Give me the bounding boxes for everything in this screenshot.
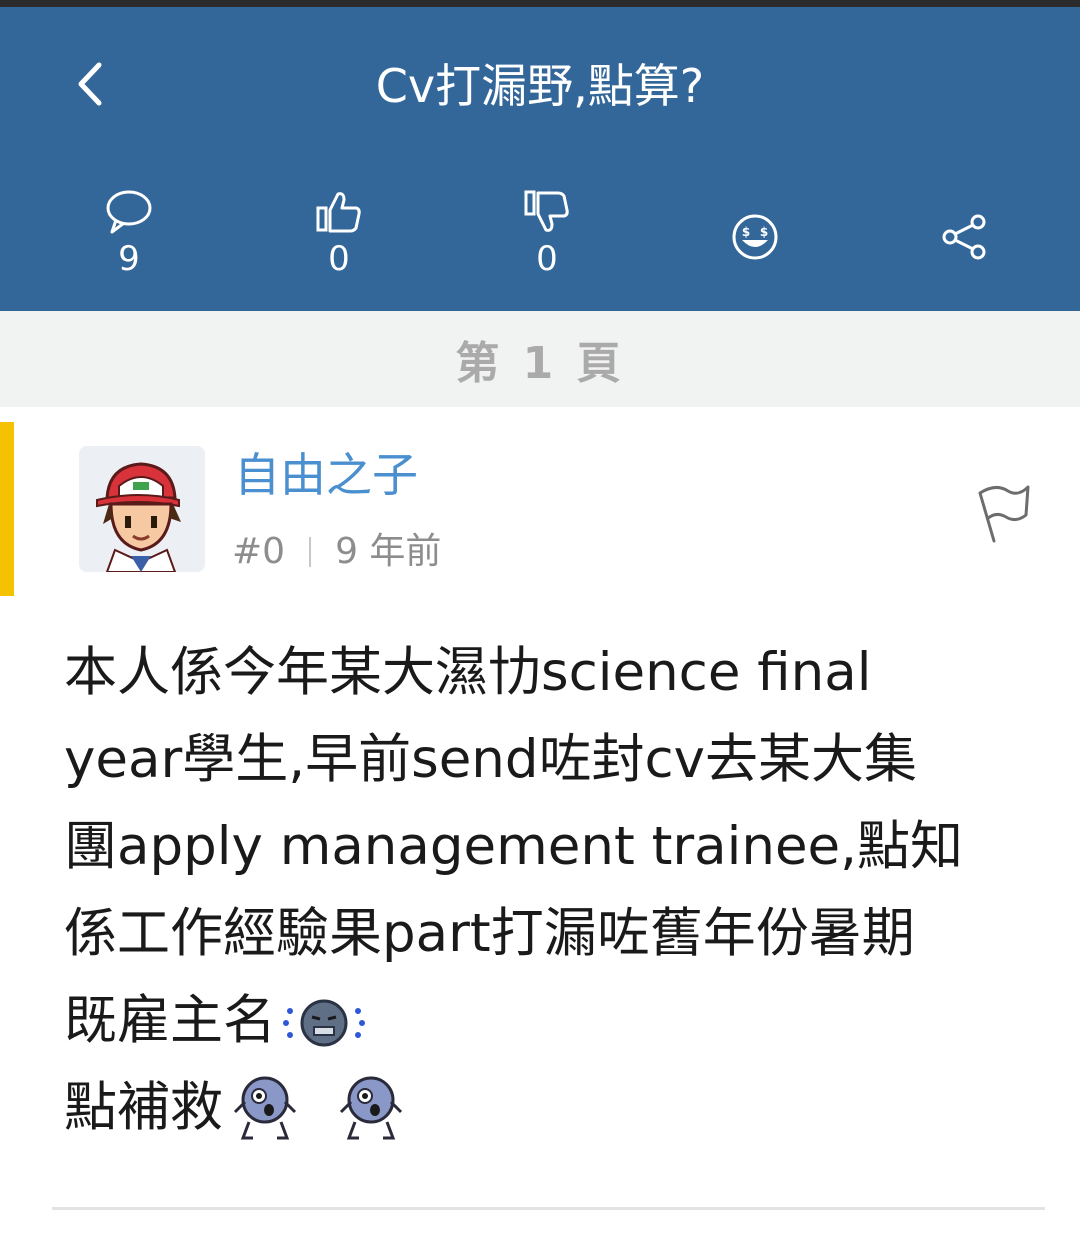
crying-face-emoji xyxy=(283,999,365,1046)
comments-button[interactable]: 9 xyxy=(74,187,184,297)
report-button[interactable] xyxy=(970,477,1034,547)
thread-title: Cv打漏野,點算? xyxy=(375,59,705,113)
avatar[interactable] xyxy=(79,446,205,572)
page-indicator: 第 1 頁 xyxy=(0,311,1080,407)
share-button[interactable] xyxy=(910,212,1020,322)
post-body: 本人係今年某大濕㔹science final year學生,早前send咗封cv… xyxy=(64,629,1054,1151)
post-meta: #0 9 年前 xyxy=(232,527,441,577)
chevron-left-icon xyxy=(78,62,102,106)
money-face-button[interactable]: $ $ xyxy=(700,212,810,322)
post-card: 自由之子 #0 9 年前 本人係今年某大濕㔹science final year… xyxy=(0,407,1080,1234)
post-line-5: 既雇主名 xyxy=(64,990,276,1051)
shocked-face-emoji-2 xyxy=(339,1076,403,1139)
comments-count: 9 xyxy=(118,239,140,279)
thumbs-up-icon xyxy=(316,192,361,233)
trainer-avatar-icon xyxy=(79,446,205,572)
post-line-4: 係工作經驗果part打漏咗舊年份暑期 xyxy=(64,903,915,964)
op-highlight-bar xyxy=(0,422,14,596)
comment-icon xyxy=(106,190,152,234)
share-icon xyxy=(942,214,986,260)
money-face-icon: $ $ xyxy=(732,214,778,260)
post-line-6: 點補救 xyxy=(64,1077,223,1138)
like-button[interactable]: 0 xyxy=(284,187,394,297)
dislike-count: 0 xyxy=(536,239,558,279)
meta-separator xyxy=(309,537,312,567)
page-label: 第 1 頁 xyxy=(455,338,625,389)
flag-icon xyxy=(978,485,1030,543)
post-line-3: 團apply management trainee,點知 xyxy=(64,816,964,877)
status-strip xyxy=(0,0,1080,7)
dislike-button[interactable]: 0 xyxy=(492,187,602,297)
post-line-2: year學生,早前send咗封cv去某大集 xyxy=(64,729,918,790)
top-bar: Cv打漏野,點算? 9 0 0 $ $ xyxy=(0,7,1080,311)
like-count: 0 xyxy=(328,239,350,279)
back-button[interactable] xyxy=(60,49,120,119)
post-divider xyxy=(52,1207,1045,1210)
post-line-5-wrap: 既雇主名 xyxy=(64,977,1054,1064)
svg-text:$: $ xyxy=(760,225,768,239)
floor-number: #0 xyxy=(232,531,286,572)
post-line-1: 本人係今年某大濕㔹science final xyxy=(64,642,872,703)
thumbs-down-icon xyxy=(524,190,569,232)
shocked-face-emoji xyxy=(233,1076,297,1139)
post-time: 9 年前 xyxy=(335,531,442,572)
author-name[interactable]: 自由之子 xyxy=(234,445,418,505)
post-line-6-wrap: 點補救 xyxy=(64,1064,1054,1151)
svg-text:$: $ xyxy=(742,225,750,239)
